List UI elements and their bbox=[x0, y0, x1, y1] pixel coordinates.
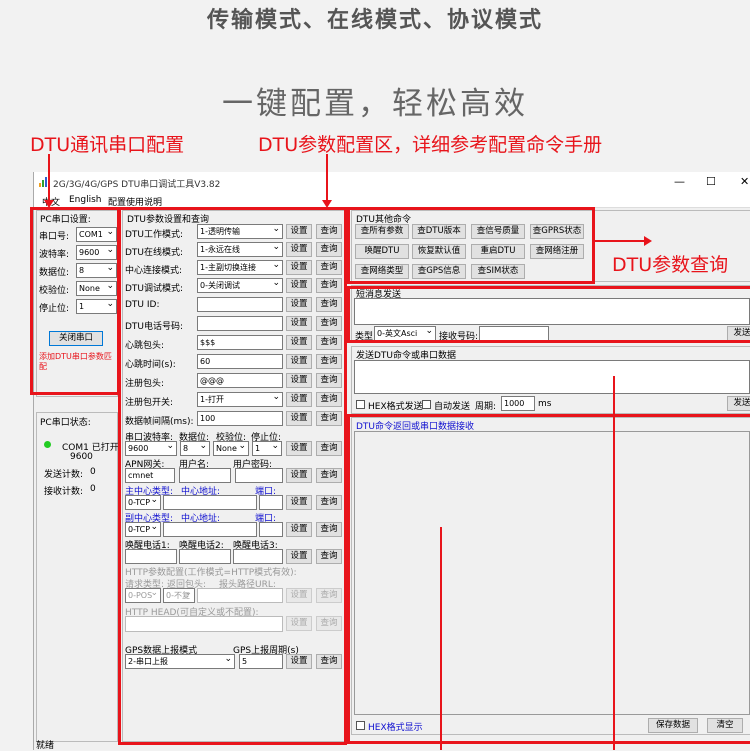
highlight-message bbox=[347, 286, 750, 343]
arrow-down-icon bbox=[322, 200, 332, 208]
period-unit: ms bbox=[538, 399, 552, 409]
leader-line-send bbox=[613, 376, 615, 750]
headline: 传输模式、在线模式、协议模式 bbox=[206, 8, 543, 33]
hex-send-checkbox[interactable] bbox=[356, 400, 365, 409]
send-area-group: 发送DTU命令或串口数据 HEX格式发送 自动发送 周期: 1000 ms 发送 bbox=[351, 346, 750, 414]
annotation-serial: DTU通讯串口配置 bbox=[30, 134, 185, 156]
subheadline: 一键配置，轻松高效 bbox=[222, 86, 528, 122]
recv-count-label: 接收计数: bbox=[44, 487, 84, 497]
auto-send-label: 自动发送 bbox=[434, 402, 471, 412]
recv-count-value: 0 bbox=[90, 484, 96, 494]
window-title: 2G/3G/4G/GPS DTU串口调试工具V3.82 bbox=[53, 180, 221, 190]
hex-send-label: HEX格式发送 bbox=[368, 402, 423, 412]
send-data-input[interactable] bbox=[354, 360, 750, 394]
highlight-query bbox=[347, 207, 595, 284]
auto-send-checkbox[interactable] bbox=[422, 400, 431, 409]
menu-bar: 中文 English 配置使用说明 bbox=[34, 192, 750, 208]
highlight-params bbox=[118, 207, 347, 745]
pc-serial-status: PC串口状态: COM1 已打开 9600 发送计数: 0 接收计数: 0 bbox=[36, 412, 119, 742]
maximize-button[interactable]: ☐ bbox=[706, 175, 716, 188]
leader-line-serial bbox=[48, 154, 50, 204]
arrow-right-icon bbox=[644, 236, 652, 246]
leader-line-query bbox=[595, 240, 645, 242]
period-label: 周期: bbox=[475, 402, 497, 412]
highlight-serial bbox=[30, 207, 120, 395]
annotation-query: DTU参数查询 bbox=[612, 254, 729, 276]
status-bar: 就绪 bbox=[36, 741, 55, 751]
leader-line-params bbox=[326, 154, 328, 204]
arrow-down-icon bbox=[44, 200, 54, 208]
highlight-receive bbox=[347, 414, 750, 744]
annotation-params: DTU参数配置区，详细参考配置命令手册 bbox=[258, 134, 603, 156]
status-led-icon bbox=[44, 441, 51, 448]
leader-line-receive bbox=[440, 527, 442, 750]
title-bar: 2G/3G/4G/GPS DTU串口调试工具V3.82 — ☐ ✕ bbox=[34, 172, 750, 192]
period-input[interactable]: 1000 bbox=[501, 396, 535, 411]
send-count-value: 0 bbox=[90, 467, 96, 477]
pc-status-title: PC串口状态: bbox=[40, 418, 91, 428]
send-button[interactable]: 发送 bbox=[727, 396, 750, 411]
menu-english[interactable]: English bbox=[69, 195, 102, 205]
send-count-label: 发送计数: bbox=[44, 470, 84, 480]
close-window-button[interactable]: ✕ bbox=[740, 175, 749, 188]
minimize-button[interactable]: — bbox=[674, 175, 685, 188]
port-status-baud: 9600 bbox=[70, 452, 93, 462]
